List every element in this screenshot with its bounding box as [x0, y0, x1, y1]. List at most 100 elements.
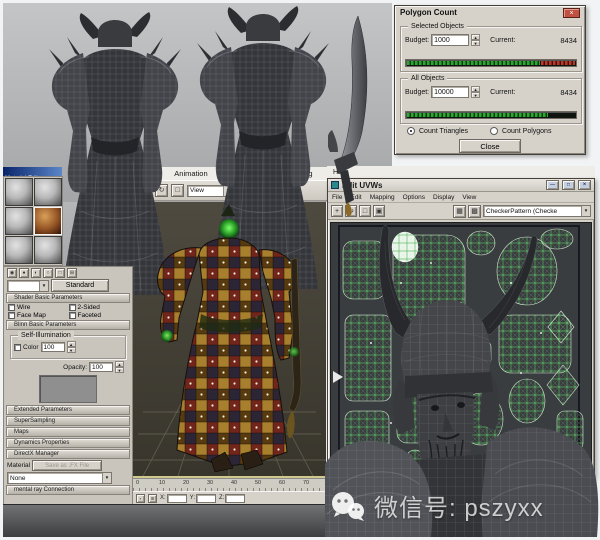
wire-checkbox[interactable]	[8, 304, 15, 311]
current-label: Current:	[490, 89, 515, 96]
material-slot[interactable]	[5, 207, 33, 235]
all-objects-group: All Objects Budget: ▲▼ Current: 8434	[400, 78, 582, 124]
opacity-row: Opacity: ▲▼	[7, 361, 124, 373]
material-type-button[interactable]: Standard	[51, 279, 109, 292]
assign-material-icon[interactable]: ●	[19, 268, 29, 278]
color-checkbox[interactable]	[14, 344, 21, 351]
selected-objects-group: Selected Objects Budget: ▲▼ Current: 843…	[400, 26, 582, 72]
material-save-row: Material Save as .FX File	[7, 460, 129, 471]
opacity-spinner[interactable]: ▲▼	[115, 361, 124, 373]
self-illumination-input[interactable]	[41, 342, 65, 352]
x-input[interactable]	[167, 494, 187, 503]
close-icon[interactable]: ×	[563, 8, 580, 18]
rollout-blinn-basic-parameters[interactable]: Blinn Basic Parameters	[6, 320, 130, 330]
count-mode-row: Count Triangles Count Polygons	[407, 127, 577, 135]
count-polygons-label: Count Polygons	[502, 128, 551, 135]
opacity-label: Opacity:	[63, 364, 87, 371]
faceted-checkbox[interactable]	[69, 312, 76, 319]
wireframe-sword-model	[328, 14, 378, 216]
show-map-icon[interactable]: ◐	[31, 268, 41, 278]
material-type-row: ▼ Standard	[7, 279, 129, 292]
self-illumination-group: Self-Illumination Color ▲▼	[10, 335, 126, 359]
material-slot-selected[interactable]	[34, 207, 62, 235]
x-coordinate-field[interactable]: X:	[160, 494, 187, 503]
faceted-checkbox-row[interactable]: Faceted	[69, 312, 129, 319]
texture-preview-swatch[interactable]	[39, 375, 97, 403]
watermark-text: 微信号: pszyxx	[374, 488, 544, 523]
textured-character-model	[133, 202, 326, 476]
opacity-input[interactable]	[89, 362, 113, 372]
rollout-mental-ray-connection[interactable]: mental ray Connection	[6, 485, 130, 495]
z-coordinate-field[interactable]: Z:	[219, 494, 245, 503]
connection-dropdown[interactable]: None ▼	[7, 472, 112, 484]
self-illumination-label: Self-Illumination	[18, 331, 74, 340]
material-label: Material	[7, 462, 30, 469]
all-budget-input[interactable]	[431, 86, 469, 98]
face-map-checkbox[interactable]	[8, 312, 15, 319]
selected-current-value: 8434	[560, 36, 577, 45]
rollout-dynamics-properties[interactable]: Dynamics Properties	[6, 438, 130, 448]
save-fx-button[interactable]: Save as .FX File	[32, 460, 102, 471]
left-horn	[379, 226, 411, 339]
uvw-menu-options[interactable]: Options	[399, 194, 429, 201]
show-end-result-icon[interactable]: ○	[43, 268, 53, 278]
count-triangles-radio[interactable]	[407, 127, 415, 135]
rollout-shader-basic-parameters[interactable]: Shader Basic Parameters	[6, 293, 130, 303]
minimize-button[interactable]: —	[546, 180, 559, 190]
shader-flags: Wire 2-Sided Face Map Faceted	[8, 304, 128, 319]
budget-label: Budget:	[405, 89, 429, 96]
connection-row: None ▼	[7, 472, 129, 484]
all-current-value: 8434	[560, 88, 577, 97]
polygon-count-dialog: Polygon Count × Selected Objects Budget:…	[394, 5, 586, 155]
all-budget-bar	[405, 111, 577, 119]
budget-label: Budget:	[405, 37, 429, 44]
absolute-mode-icon[interactable]: ⊞	[148, 494, 157, 503]
material-toolbar: ◉ ● ◐ ○ □ ⊞	[7, 268, 129, 278]
material-slot[interactable]	[5, 236, 33, 264]
screenshot-root: Material Editor Character reactor Animat…	[0, 0, 600, 540]
close-button[interactable]: ×	[578, 180, 591, 190]
rollout-maps[interactable]: Maps	[6, 427, 130, 437]
two-sided-checkbox[interactable]	[69, 304, 76, 311]
count-polygons-radio[interactable]	[490, 127, 498, 135]
two-sided-checkbox-row[interactable]: 2-Sided	[69, 304, 129, 311]
material-slot[interactable]	[5, 178, 33, 206]
material-slot[interactable]	[34, 178, 62, 206]
z-input[interactable]	[225, 494, 245, 503]
material-name-dropdown[interactable]: ▼	[7, 280, 49, 292]
selected-budget-spinner[interactable]: ▲▼	[471, 34, 480, 46]
uvw-menu-view[interactable]: View	[458, 194, 480, 201]
count-triangles-label: Count Triangles	[419, 128, 468, 135]
face-map-checkbox-row[interactable]: Face Map	[8, 312, 68, 319]
polygon-count-title: Polygon Count	[400, 8, 563, 17]
time-slider[interactable]: 0 10 20 30 40 50 60 70	[133, 478, 326, 491]
selected-budget-bar	[405, 59, 577, 67]
selected-budget-input[interactable]	[431, 34, 469, 46]
wire-checkbox-row[interactable]: Wire	[8, 304, 68, 311]
chevron-down-icon[interactable]: ▼	[102, 473, 111, 483]
material-sample-slots	[3, 176, 63, 266]
current-label: Current:	[490, 37, 515, 44]
uvw-menu-display[interactable]: Display	[429, 194, 458, 201]
watermark: 微信号: pszyxx	[330, 488, 544, 523]
rollout-directx-manager[interactable]: DirectX Manager	[6, 449, 130, 459]
y-input[interactable]	[196, 494, 216, 503]
sample-type-icon[interactable]: ⊞	[67, 268, 77, 278]
maximize-button[interactable]: □	[562, 180, 575, 190]
rollout-supersampling[interactable]: SuperSampling	[6, 416, 130, 426]
get-material-icon[interactable]: ◉	[7, 268, 17, 278]
polygon-count-titlebar[interactable]: Polygon Count ×	[395, 6, 585, 19]
wechat-icon	[330, 490, 366, 522]
all-budget-spinner[interactable]: ▲▼	[471, 86, 480, 98]
all-objects-label: All Objects	[408, 74, 447, 83]
material-editor-panel: ◉ ● ◐ ○ □ ⊞ ▼ Standard Shader Basic Para…	[3, 266, 133, 506]
rollout-extended-parameters[interactable]: Extended Parameters	[6, 405, 130, 415]
chevron-down-icon[interactable]: ▼	[39, 281, 48, 291]
lock-selection-icon[interactable]: ▪	[136, 494, 145, 503]
character-body	[158, 204, 301, 472]
material-slot[interactable]	[34, 236, 62, 264]
self-illumination-spinner[interactable]: ▲▼	[67, 341, 76, 353]
y-coordinate-field[interactable]: Y:	[190, 494, 216, 503]
dialog-close-button[interactable]: Close	[459, 139, 521, 153]
go-parent-icon[interactable]: □	[55, 268, 65, 278]
